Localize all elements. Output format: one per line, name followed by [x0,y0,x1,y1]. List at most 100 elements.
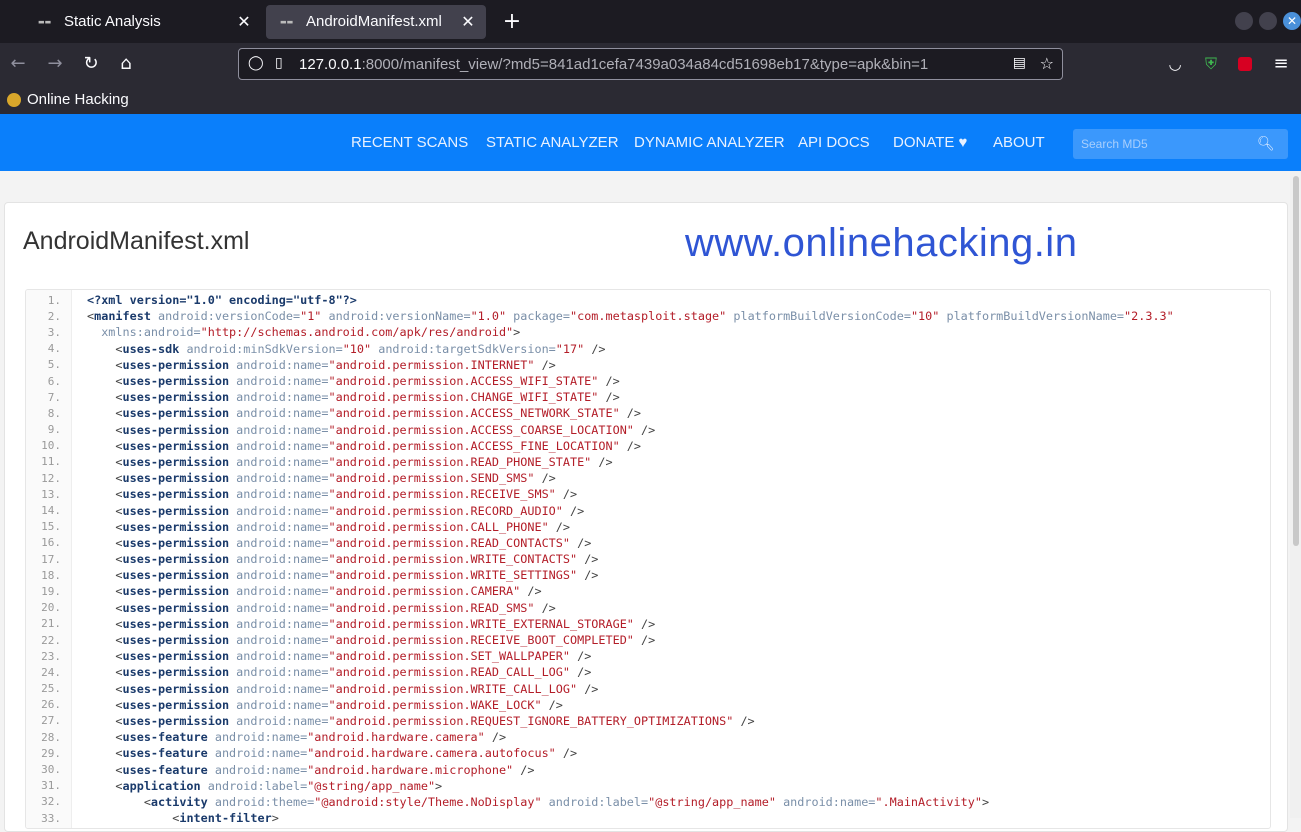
tab-android-manifest[interactable]: ▬▬ AndroidManifest.xml ✕ [266,4,486,39]
code-text: <uses-permission android:name="android.p… [87,649,591,663]
new-tab-icon[interactable]: + [500,9,524,34]
code-text: <uses-feature android:name="android.hard… [87,763,534,777]
nav-donate[interactable]: DONATE ♥ [893,134,967,151]
code-text: <uses-permission android:name="android.p… [87,439,641,453]
code-line: 4. <uses-sdk android:minSdkVersion="10" … [26,341,1270,357]
back-icon[interactable]: ← [7,53,29,75]
code-token-punct: < [87,519,123,534]
code-token-punct: /> [633,633,656,648]
code-token-punct: < [87,357,123,372]
code-token-tag: application [122,778,201,793]
url-path: :8000/manifest_view/?md5=841ad1cefa7439a… [361,55,929,73]
code-line: 5. <uses-permission android:name="androi… [26,357,1270,373]
menu-icon[interactable]: ≡ [1270,53,1292,75]
code-token-attr: android:name= [207,730,308,745]
home-icon[interactable]: ⌂ [115,53,137,75]
code-line: 33. <intent-filter> [26,810,1270,826]
code-text: <uses-permission android:name="android.p… [87,406,641,420]
code-line: 22. <uses-permission android:name="andro… [26,632,1270,648]
url-text[interactable]: 127.0.0.1:8000/manifest_view/?md5=841ad1… [299,56,928,73]
code-line: 1. <?xml version="1.0" encoding="utf-8"?> [26,292,1270,308]
nav-static-analyzer[interactable]: STATIC ANALYZER [486,134,619,151]
code-token-punct: < [87,374,123,389]
code-line: 26. <uses-permission android:name="andro… [26,697,1270,713]
code-token-tag: uses-permission [122,535,230,550]
code-line: 16. <uses-permission android:name="andro… [26,535,1270,551]
code-token-punct: /> [534,600,556,615]
browser-tab-bar: ▬▬ Static Analysis ✕ ▬▬ AndroidManifest.… [0,0,1301,43]
reader-view-icon[interactable]: ▤ [1013,55,1026,71]
code-token-val: "com.metasploit.stage" [570,309,727,324]
tab-static-analysis[interactable]: ▬▬ Static Analysis ✕ [4,5,262,39]
code-token-val: "1" [300,309,322,324]
reload-icon[interactable]: ↻ [80,53,102,75]
close-tab-icon[interactable]: ✕ [460,12,476,31]
code-token-tag: uses-feature [122,730,208,745]
code-line: 8. <uses-permission android:name="androi… [26,405,1270,421]
code-token-punct: > [271,811,279,826]
line-number: 12. [41,471,61,485]
code-text: <activity android:theme="@android:style/… [87,795,989,809]
code-line: 6. <uses-permission android:name="androi… [26,373,1270,389]
code-line: 13. <uses-permission android:name="andro… [26,486,1270,502]
code-text: <uses-permission android:name="android.p… [87,357,555,372]
code-token-punct: /> [584,341,606,356]
mobsf-favicon-icon: ▬▬ [280,17,294,26]
code-token-tag: uses-permission [122,584,230,599]
nav-recent-scans[interactable]: RECENT SCANS [351,134,468,151]
code-text: <uses-permission android:name="android.p… [87,698,562,712]
search-md5-input[interactable] [1073,137,1253,151]
code-token-attr: android:name= [229,406,329,421]
window-controls: ✕ [1235,12,1301,30]
line-number: 7. [47,390,61,404]
code-token-val: "android.permission.WRITE_SETTINGS" [328,568,578,583]
code-token-attr: android:name= [229,422,329,437]
code-text: <uses-permission android:name="android.p… [87,423,655,437]
line-number: 13. [41,487,61,501]
code-viewer[interactable]: 1. <?xml version="1.0" encoding="utf-8"?>… [25,289,1271,829]
code-token-tag: manifest [94,309,151,324]
line-number: 11. [41,455,61,469]
code-token-val: "2.3.3" [1124,309,1174,324]
scroll-thumb[interactable] [1293,176,1299,546]
code-token-attr: android:name= [229,600,329,615]
code-lines: 1. <?xml version="1.0" encoding="utf-8"?>… [26,292,1270,826]
code-token-tag: uses-permission [122,600,230,615]
code-token-tag: uses-permission [122,357,230,372]
code-token-tag: intent-filter [179,811,272,826]
code-token-tag: uses-permission [122,681,230,696]
maximize-icon[interactable] [1259,12,1277,30]
code-token-punct: /> [569,535,592,550]
nav-about[interactable]: ABOUT [993,134,1045,151]
code-token-val: "android.permission.WRITE_CALL_LOG" [328,681,578,696]
code-token-punct: /> [598,374,620,389]
minimize-icon[interactable] [1235,12,1253,30]
bookmark-online-hacking[interactable]: Online Hacking [7,91,129,108]
nav-dynamic-analyzer[interactable]: DYNAMIC ANALYZER [634,134,785,151]
shield-icon[interactable]: ◯ [248,55,264,71]
extension-shield-icon[interactable]: ⛨ [1200,53,1222,75]
code-token-tag: uses-sdk [122,341,180,356]
code-token-attr: platformBuildVersionName= [939,309,1125,324]
code-token-punct: < [87,341,123,356]
close-window-icon[interactable]: ✕ [1283,12,1301,30]
code-token-val: "android.permission.CALL_PHONE" [328,519,549,534]
code-token-punct: < [87,503,123,518]
bookmark-star-icon[interactable]: ☆ [1040,54,1054,73]
code-token-tag: uses-permission [122,665,230,680]
search-icon[interactable]: 🔍︎ [1257,136,1275,152]
code-token-punct: /> [562,503,585,518]
code-token-punct: < [87,778,123,793]
pocket-icon[interactable]: ◡ [1164,53,1186,75]
code-text: <uses-permission android:name="android.p… [87,536,591,550]
code-line: 15. <uses-permission android:name="andro… [26,519,1270,535]
forward-icon[interactable]: → [44,53,66,75]
extension-lock-icon[interactable] [1238,57,1252,71]
code-token-tag: uses-permission [122,390,230,405]
nav-api-docs[interactable]: API DOCS [798,134,870,151]
code-token-punct: /> [633,616,656,631]
url-bar[interactable]: ◯ ▯ 127.0.0.1:8000/manifest_view/?md5=84… [238,48,1063,80]
close-tab-icon[interactable]: ✕ [236,12,252,31]
line-number: 26. [41,698,61,712]
code-token-punct: < [87,568,123,583]
